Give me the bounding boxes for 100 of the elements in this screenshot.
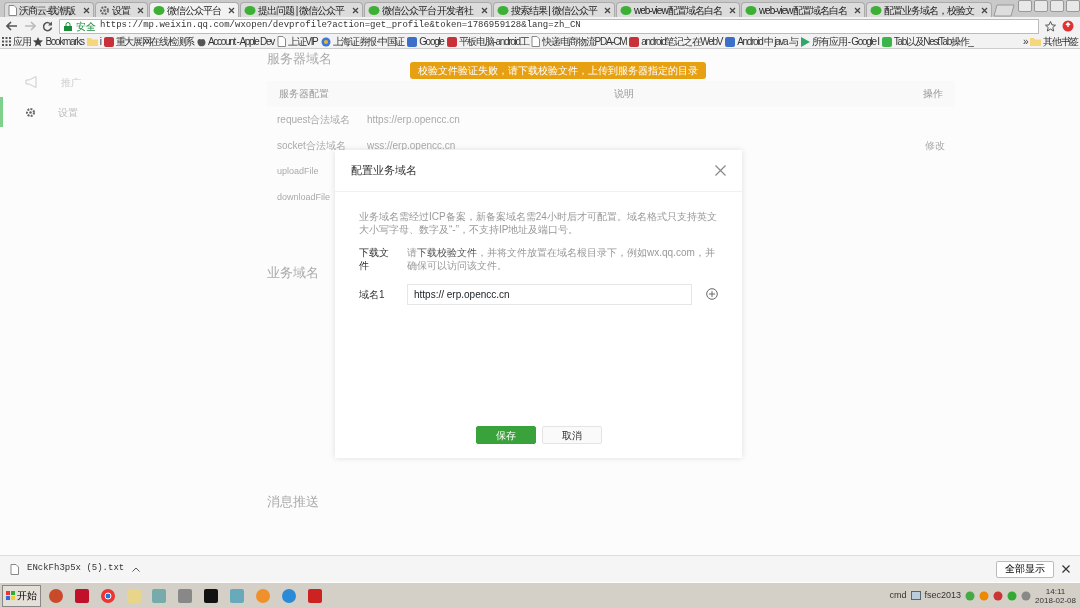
- star-icon: [33, 36, 44, 47]
- tray-icon[interactable]: [1021, 590, 1032, 601]
- favicon-icon: [446, 36, 457, 47]
- table-cell-text: request合法域名: [277, 113, 352, 127]
- table-cell-text: https://erp.opencc.cn: [367, 113, 460, 127]
- play-icon: [800, 36, 810, 47]
- field-label: 域名1: [359, 287, 386, 301]
- browser-tab[interactable]: web-view配置域名白名: [740, 2, 865, 17]
- favicon-icon: [103, 36, 114, 47]
- chevron-up-icon[interactable]: [132, 566, 141, 572]
- security-label: 安全: [76, 19, 96, 34]
- extension-icon[interactable]: [1062, 20, 1074, 32]
- page-icon: [8, 4, 17, 16]
- close-icon[interactable]: [480, 6, 488, 14]
- chat-bubble-icon: [869, 4, 882, 16]
- column-header: 服务器配置: [279, 87, 330, 101]
- windows-logo-icon: [6, 591, 15, 600]
- chat-bubble-icon: [619, 4, 632, 16]
- download-filename[interactable]: ENckFh3p5x (5).txt: [27, 562, 125, 576]
- user-button[interactable]: [1018, 0, 1033, 12]
- close-icon[interactable]: [82, 6, 90, 14]
- cancel-button[interactable]: 取消: [541, 426, 602, 444]
- tray-icon[interactable]: [1007, 590, 1018, 601]
- close-icon[interactable]: [603, 6, 611, 14]
- column-header: 说明: [614, 87, 635, 101]
- table-cell-text: wss://erp.opencc.cn: [367, 139, 456, 153]
- clock-time: 14:11: [1044, 586, 1067, 596]
- gear-icon: [98, 4, 110, 16]
- close-icon[interactable]: [228, 6, 236, 14]
- bookmark[interactable]: Tab以及NestTab操作_: [893, 34, 973, 49]
- folder-icon: [86, 37, 98, 46]
- bookmark[interactable]: Bookmarks: [45, 34, 84, 49]
- maximize-button[interactable]: [1050, 0, 1065, 12]
- taskbar-label[interactable]: cmd: [889, 588, 907, 603]
- domain-input[interactable]: https:// erp.opencc.cn: [407, 283, 692, 305]
- tray-icon[interactable]: [993, 590, 1004, 601]
- close-icon[interactable]: [728, 6, 736, 14]
- show-all-button[interactable]: 全部显示: [996, 560, 1054, 578]
- window-icon: [910, 591, 921, 600]
- bookmark[interactable]: 平板电脑-android工: [458, 34, 529, 49]
- section-title: 消息推送: [267, 493, 319, 511]
- bookmark[interactable]: 快递电商物流PDA-CM: [542, 34, 627, 49]
- close-icon[interactable]: [853, 6, 861, 14]
- browser-tab[interactable]: 设置: [94, 2, 148, 17]
- table-cell-text: downloadFile: [277, 190, 331, 204]
- bookmark[interactable]: Google: [419, 34, 444, 49]
- tray-icon[interactable]: [965, 590, 976, 601]
- bookmark[interactable]: 其他书签: [1043, 34, 1078, 49]
- notice-text: 业务域名需经过ICP备案，新备案域名需24小时后才可配置。域名格式只支持英文大小写字母、数字及“-”，不支持IP地址及端口号。: [359, 209, 718, 236]
- section-title: 服务器域名: [267, 50, 332, 68]
- close-icon[interactable]: [351, 6, 359, 14]
- folder-icon: [1030, 37, 1042, 46]
- star-icon[interactable]: [1045, 20, 1056, 32]
- page-icon: [531, 36, 541, 47]
- bookmark[interactable]: android笔记之在WebV: [641, 34, 723, 49]
- bookmark[interactable]: Account - Apple Dev: [207, 34, 274, 49]
- minimize-button[interactable]: [1034, 0, 1049, 12]
- chat-bubble-icon: [496, 4, 509, 16]
- back-icon[interactable]: [6, 21, 18, 31]
- browser-tab[interactable]: 沃商云-载潮版: [4, 2, 94, 17]
- bookmark[interactable]: Android 中 java 与: [737, 34, 798, 49]
- browser-tab[interactable]: 提出问题 | 微信公众平: [240, 2, 363, 17]
- megaphone-icon: [25, 76, 39, 88]
- chat-bubble-icon: [244, 4, 257, 16]
- column-header: 操作: [923, 87, 943, 101]
- bookmark[interactable]: i: [99, 34, 101, 49]
- browser-tab[interactable]: 微信公众平台 开发者社: [363, 2, 492, 17]
- address-bar[interactable]: 安全 https://mp.weixin.qq.com/wxopen/devprofile?action=get_profile&token=1786959128&lang=zh_CN: [59, 18, 1039, 34]
- app-icon[interactable]: [203, 587, 220, 604]
- bookmark[interactable]: 上证VIP: [287, 34, 318, 49]
- reload-icon[interactable]: [42, 20, 53, 32]
- close-icon[interactable]: [136, 6, 144, 14]
- field-label: 下载文件: [359, 245, 390, 272]
- browser-tab[interactable]: 微信公众平台: [148, 2, 240, 17]
- close-button[interactable]: [1066, 0, 1080, 12]
- browser-tab[interactable]: web-view配置域名白名: [615, 2, 740, 17]
- browser-tab[interactable]: 配置业务域名，校验文: [865, 2, 993, 17]
- bookmarks-overflow[interactable]: »: [1022, 34, 1028, 49]
- gear-icon: [25, 106, 36, 118]
- error-toast: 校验文件验证失败，请下载校验文件，上传到服务器指定的目录: [410, 62, 706, 79]
- bookmark[interactable]: 上海证券报·中国证: [332, 34, 405, 49]
- favicon-icon: [407, 36, 418, 47]
- taskbar-label[interactable]: fsec2013: [924, 588, 962, 603]
- start-button[interactable]: 开始: [2, 584, 41, 607]
- chat-bubble-icon: [367, 4, 380, 16]
- table-cell-text: socket合法域名: [277, 139, 347, 153]
- clock-date: 2018-02-08: [1035, 595, 1076, 605]
- lock-icon: [64, 21, 72, 31]
- favicon-icon: [881, 36, 892, 47]
- browser-tab[interactable]: 搜索结果 | 微信公众平: [492, 2, 615, 17]
- page-icon: [10, 563, 19, 575]
- bookmark[interactable]: 重大展网在线检测系: [115, 34, 194, 49]
- close-icon[interactable]: [981, 6, 989, 14]
- download-link[interactable]: 下载校验文件: [417, 246, 477, 258]
- add-icon[interactable]: [706, 288, 718, 300]
- page-icon: [276, 36, 286, 47]
- bookmark[interactable]: 所有应用 - Google I: [811, 34, 879, 49]
- close-icon[interactable]: [1062, 565, 1070, 573]
- bookmark[interactable]: 应用: [13, 34, 31, 49]
- grid-icon: [2, 37, 11, 46]
